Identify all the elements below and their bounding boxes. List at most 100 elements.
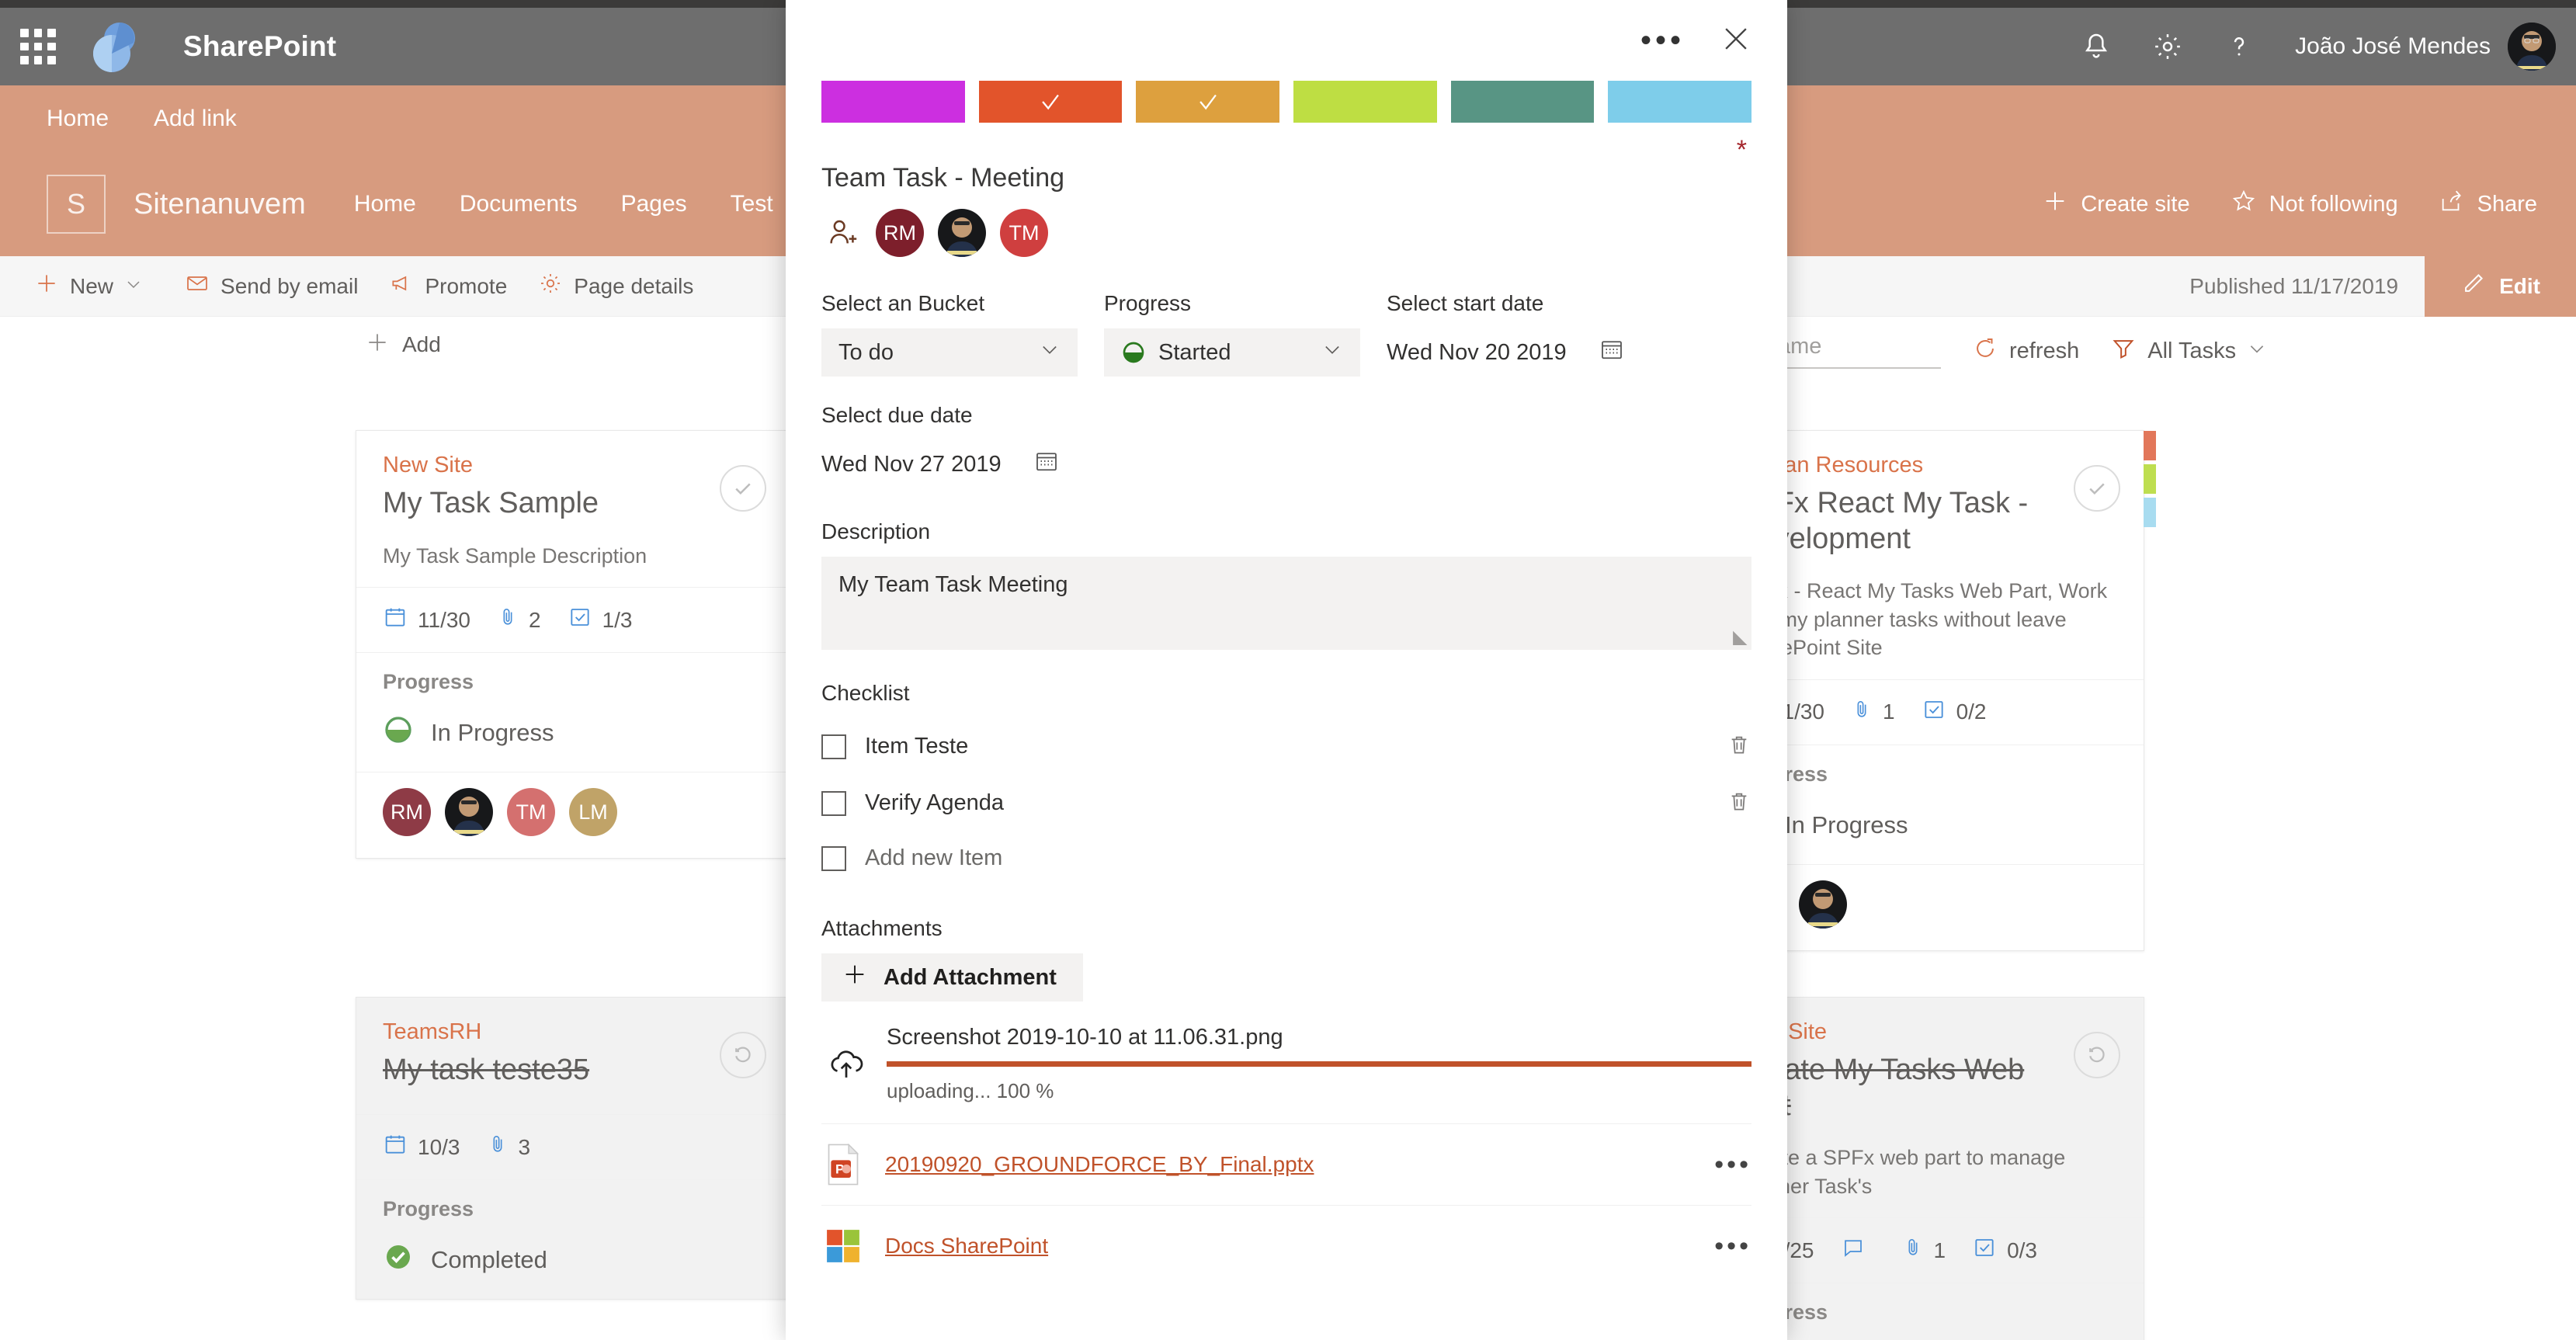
user-name[interactable]: João José Mendes [2295,33,2491,60]
avatar[interactable] [2508,23,2556,71]
task-card[interactable]: TeamsRH My task teste35 10/3 3 Progress … [356,997,790,1300]
refresh-button[interactable]: refresh [1972,335,2079,368]
checkbox-icon [1972,1235,2007,1265]
not-following-button[interactable]: Not following [2231,188,2398,220]
checklist-label: Checklist [821,681,910,705]
site-nav-documents[interactable]: Documents [460,191,578,217]
trash-icon[interactable] [1727,789,1751,818]
promote-button[interactable]: Promote [389,271,507,301]
edit-button[interactable]: Edit [2425,255,2576,317]
task-card[interactable]: New Site My Task Sample My Task Sample D… [356,430,802,859]
calendar-icon [383,605,418,635]
microsoft-logo-icon [821,1223,865,1269]
task-fields-row-2: Select due date Wed Nov 27 2019 [786,377,1787,488]
assignee-avatar[interactable] [938,209,986,257]
send-by-email-label: Send by email [220,273,359,298]
site-header-actions: Create site Not following Share [2001,188,2537,220]
checklist-item[interactable]: Verify Agenda [821,775,1751,831]
checklist-checkbox[interactable] [821,734,846,759]
search-input[interactable]: ame [1778,334,1941,369]
bucket-label: Select an Bucket [821,291,985,315]
send-by-email-button[interactable]: Send by email [185,271,358,301]
ellipsis-icon[interactable]: ••• [1714,1151,1751,1178]
app-launcher-icon[interactable] [20,29,56,64]
assignee-avatar[interactable] [445,788,493,837]
filter-all-tasks-button[interactable]: All Tasks [2110,335,2278,368]
description-textarea[interactable]: My Team Task Meeting ◢ [821,557,1751,650]
upload-progress-row: Screenshot 2019-10-10 at 11.06.31.png up… [821,1025,1751,1103]
paperclip-icon [497,606,529,634]
checklist-section: Checklist Item Teste Verify Agenda Add n… [786,650,1787,885]
task-card-meta: 11/30 2 1/3 [356,587,790,652]
plus-icon [34,271,70,301]
label-swatch[interactable] [1293,81,1437,123]
label-swatch[interactable] [1450,81,1595,123]
attachment-row[interactable]: Docs SharePoint ••• [821,1205,1751,1286]
check-circle-icon[interactable] [720,465,766,512]
attachment-name[interactable]: Docs SharePoint [885,1234,1048,1258]
assignee-avatar[interactable]: LM [569,788,617,837]
checklist-item[interactable]: Item Teste [821,718,1751,775]
linkbar-item-home[interactable]: Home [47,106,109,132]
add-checklist-item[interactable]: Add new Item [821,831,1751,885]
site-nav-home[interactable]: Home [354,191,416,217]
task-assignees: RM TM [786,193,1787,257]
assignee-avatar[interactable]: RM [876,209,924,257]
label-swatch[interactable] [821,81,965,123]
checklist-checkbox[interactable] [821,790,846,816]
create-site-button[interactable]: Create site [2042,188,2190,220]
assignee-avatar[interactable]: RM [383,788,431,837]
gear-icon[interactable] [2132,8,2203,85]
task-card-site: Human Resources [1737,453,1924,477]
site-nav-pages[interactable]: Pages [621,191,687,217]
due-date-value-row[interactable]: Wed Nov 27 2019 [821,440,1061,488]
task-card-title: SPFx React My Task - Development [1737,487,2029,555]
attachment-row[interactable]: P 20190920_GROUNDFORCE_BY_Final.pptx ••• [821,1123,1751,1205]
due-date-meta: 11/30 [383,605,470,635]
close-icon[interactable] [1719,22,1753,60]
add-attachment-button[interactable]: Add Attachment [821,953,1083,1002]
site-name[interactable]: Sitenanuvem [134,188,306,221]
add-person-icon[interactable] [821,212,863,254]
checklist-checkbox[interactable] [821,845,846,871]
undo-circle-icon[interactable] [2074,1032,2120,1078]
calendar-icon[interactable] [1033,447,1061,481]
progress-value: In Progress [1785,811,1908,838]
task-card-header: TeamsRH My task teste35 [356,998,790,1114]
undo-circle-icon[interactable] [720,1032,766,1078]
bucket-dropdown[interactable]: To do [821,328,1078,377]
add-webpart-button[interactable]: Add [365,330,441,360]
assignee-avatar[interactable]: TM [1000,209,1048,257]
assignee-avatar[interactable] [1799,880,1847,929]
attachments-count: 3 [518,1134,531,1159]
linkbar-item-add-link[interactable]: Add link [154,106,237,132]
task-card-progress: Progress Completed [356,1179,790,1299]
resize-grip-icon[interactable]: ◢ [1733,626,1747,648]
label-swatch[interactable] [1608,81,1752,123]
new-label: New [70,273,114,298]
calendar-icon[interactable] [1598,335,1626,370]
check-circle-icon[interactable] [2074,465,2120,512]
ellipsis-icon[interactable]: ••• [1640,25,1685,56]
bell-icon[interactable] [2060,8,2132,85]
ellipsis-icon[interactable]: ••• [1714,1233,1751,1259]
start-date-value-row[interactable]: Wed Nov 20 2019 [1387,328,1626,377]
megaphone-icon [389,271,425,301]
task-title[interactable]: Team Task - Meeting [786,123,1787,193]
site-nav-test[interactable]: Test [731,191,773,217]
page-details-button[interactable]: Page details [538,271,693,301]
label-swatch[interactable] [1136,81,1280,123]
in-progress-icon [1121,340,1146,365]
trash-icon[interactable] [1727,732,1751,761]
assignee-avatar[interactable]: TM [507,788,555,837]
app-title: SharePoint [183,30,337,62]
label-swatch[interactable] [978,81,1123,123]
task-card-title: My Task Sample [383,487,599,519]
attachment-name[interactable]: 20190920_GROUNDFORCE_BY_Final.pptx [885,1152,1314,1177]
task-card-color-strips [2144,431,2156,531]
new-button[interactable]: New [34,271,154,301]
pencil-icon [2460,270,2499,302]
question-mark-icon[interactable] [2203,8,2275,85]
share-button[interactable]: Share [2439,188,2537,220]
progress-dropdown[interactable]: Started [1104,328,1360,377]
